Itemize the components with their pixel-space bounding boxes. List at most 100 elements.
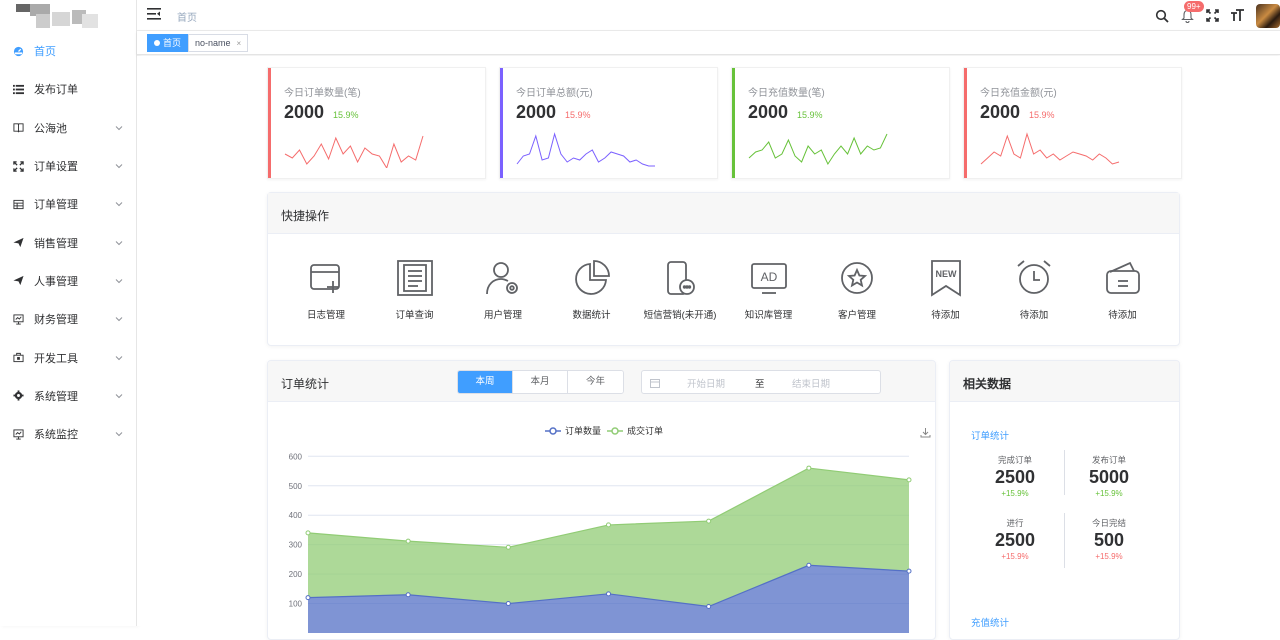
sidebar-item-label: 发布订单	[34, 81, 78, 97]
related-stat-percent: +15.9%	[970, 489, 1060, 498]
quick-action[interactable]: 客户管理	[812, 259, 902, 321]
sidebar-item[interactable]: 发布订单	[0, 70, 137, 108]
sidebar-item[interactable]: 公海池	[0, 109, 137, 147]
data-point-closed-orders	[707, 519, 711, 523]
quick-action[interactable]: 日志管理	[281, 259, 371, 321]
close-icon[interactable]: ×	[237, 39, 242, 48]
period-tab[interactable]: 本月	[513, 371, 568, 393]
quick-action[interactable]: 短信营销(未开通)	[635, 259, 725, 321]
sidebar-item[interactable]: 订单设置	[0, 147, 137, 185]
quick-action[interactable]: AD 知识库管理	[724, 259, 814, 321]
sidebar: 首页发布订单公海池订单设置订单管理销售管理人事管理财务管理开发工具系统管理系统监…	[0, 0, 137, 626]
data-point-closed-orders	[306, 531, 310, 535]
download-icon[interactable]	[920, 427, 931, 438]
sidebar-item[interactable]: 系统监控	[0, 415, 137, 453]
date-end-input[interactable]: 结束日期	[792, 376, 830, 390]
monitor-chart-icon	[12, 313, 24, 325]
main-content: 今日订单数量(笔) 2000 15.9% 今日订单总额(元) 2000 15.9…	[137, 56, 1280, 626]
quick-action[interactable]: 用户管理	[458, 259, 548, 321]
quick-action-label: 日志管理	[281, 307, 371, 321]
sidebar-item[interactable]: 销售管理	[0, 223, 137, 261]
quick-action-label: 待添加	[901, 307, 991, 321]
send-icon	[12, 237, 24, 249]
sparkline-line	[517, 134, 655, 166]
related-stat-value: 2500	[970, 530, 1060, 551]
stat-percent: 15.9%	[565, 110, 591, 120]
search-icon[interactable]	[1154, 8, 1170, 24]
top-header: 首页 99+	[137, 0, 1280, 31]
quick-actions-panel: 快捷操作 日志管理 订单查询 用户管理 数据统计 短信营销(未开通)AD 知识库…	[267, 192, 1180, 346]
font-size-icon[interactable]	[1229, 8, 1245, 24]
logo[interactable]	[16, 4, 98, 30]
data-point-order-count	[807, 563, 811, 567]
stat-value: 2000	[980, 102, 1020, 123]
notification-badge: 99+	[1184, 1, 1204, 12]
stat-percent: 15.9%	[1029, 110, 1055, 120]
sparkline	[980, 128, 1120, 168]
hamburger-icon[interactable]	[147, 8, 161, 20]
order-stats-panel: 订单统计 本周本月今年 开始日期 至 结束日期 1002003004005006…	[267, 360, 936, 640]
stat-title: 今日充值数量(笔)	[748, 84, 825, 99]
legend-item: 成交订单	[607, 425, 663, 436]
quick-action[interactable]: 待添加	[989, 259, 1079, 321]
gear-icon	[12, 390, 24, 402]
tag-no-name[interactable]: no-name ×	[188, 34, 248, 52]
tag-no-name-label: no-name	[195, 38, 231, 48]
related-stat-percent: +15.9%	[1064, 552, 1154, 561]
sparkline	[284, 128, 424, 168]
bell-icon[interactable]: 99+	[1179, 8, 1195, 24]
period-tab[interactable]: 今年	[568, 371, 623, 393]
dashboard-icon	[12, 45, 24, 57]
sidebar-item-label: 首页	[34, 43, 56, 59]
user-settings-icon	[484, 259, 522, 297]
sidebar-item[interactable]: 订单管理	[0, 185, 137, 223]
sms-phone-icon	[661, 259, 699, 297]
sidebar-item-label: 系统管理	[34, 388, 78, 404]
sidebar-item[interactable]: 系统管理	[0, 377, 137, 415]
period-tab[interactable]: 本周	[458, 371, 513, 393]
sparkline	[748, 128, 888, 168]
quick-action[interactable]: 订单查询	[370, 259, 460, 321]
tag-home-label: 首页	[163, 38, 181, 48]
quick-action-label: 知识库管理	[724, 307, 814, 321]
calendar-icon	[650, 378, 660, 388]
stat-title: 今日订单总额(元)	[516, 84, 593, 99]
chevron-down-icon	[115, 315, 123, 323]
breadcrumb[interactable]: 首页	[177, 9, 197, 24]
y-tick-label: 300	[289, 541, 303, 550]
fullscreen-icon[interactable]	[1204, 8, 1220, 24]
log-add-icon	[307, 259, 345, 297]
quick-action[interactable]: 数据统计	[547, 259, 637, 321]
table-icon	[12, 198, 24, 210]
date-start-input[interactable]: 开始日期	[687, 376, 725, 390]
chevron-down-icon	[115, 354, 123, 362]
quick-action[interactable]: 待添加	[1078, 259, 1168, 321]
related-stat: 今日完结 500 +15.9%	[1064, 517, 1154, 561]
data-point-closed-orders	[406, 539, 410, 543]
y-tick-label: 200	[289, 570, 303, 579]
quick-action-label: 订单查询	[370, 307, 460, 321]
chevron-down-icon	[115, 392, 123, 400]
stat-card: 今日订单数量(笔) 2000 15.9%	[267, 67, 486, 179]
related-stat-percent: +15.9%	[970, 552, 1060, 561]
related-data-panel: 相关数据 订单统计 完成订单 2500 +15.9%发布订单 5000 +15.…	[949, 360, 1180, 640]
sidebar-item[interactable]: 财务管理	[0, 300, 137, 338]
sidebar-item[interactable]: 首页	[0, 32, 137, 70]
tag-home[interactable]: 首页	[147, 34, 188, 52]
date-range-picker[interactable]: 开始日期 至 结束日期	[641, 370, 881, 394]
sparkline-line	[981, 134, 1119, 164]
quick-action[interactable]: NEW 待添加	[901, 259, 991, 321]
sidebar-item[interactable]: 人事管理	[0, 262, 137, 300]
sidebar-item-label: 销售管理	[34, 235, 78, 251]
quick-actions-header	[268, 193, 1179, 234]
y-tick-label: 600	[289, 452, 303, 461]
legend-label: 成交订单	[627, 425, 663, 436]
sidebar-item-label: 公海池	[34, 120, 67, 136]
stat-card: 今日充值数量(笔) 2000 15.9%	[731, 67, 950, 179]
stat-card: 今日充值金额(元) 2000 15.9%	[963, 67, 1182, 179]
quick-action-label: 待添加	[1078, 307, 1168, 321]
sidebar-item[interactable]: 开发工具	[0, 338, 137, 376]
sidebar-item-label: 财务管理	[34, 311, 78, 327]
avatar[interactable]	[1256, 4, 1280, 28]
related-stat-label: 今日完结	[1064, 517, 1154, 529]
